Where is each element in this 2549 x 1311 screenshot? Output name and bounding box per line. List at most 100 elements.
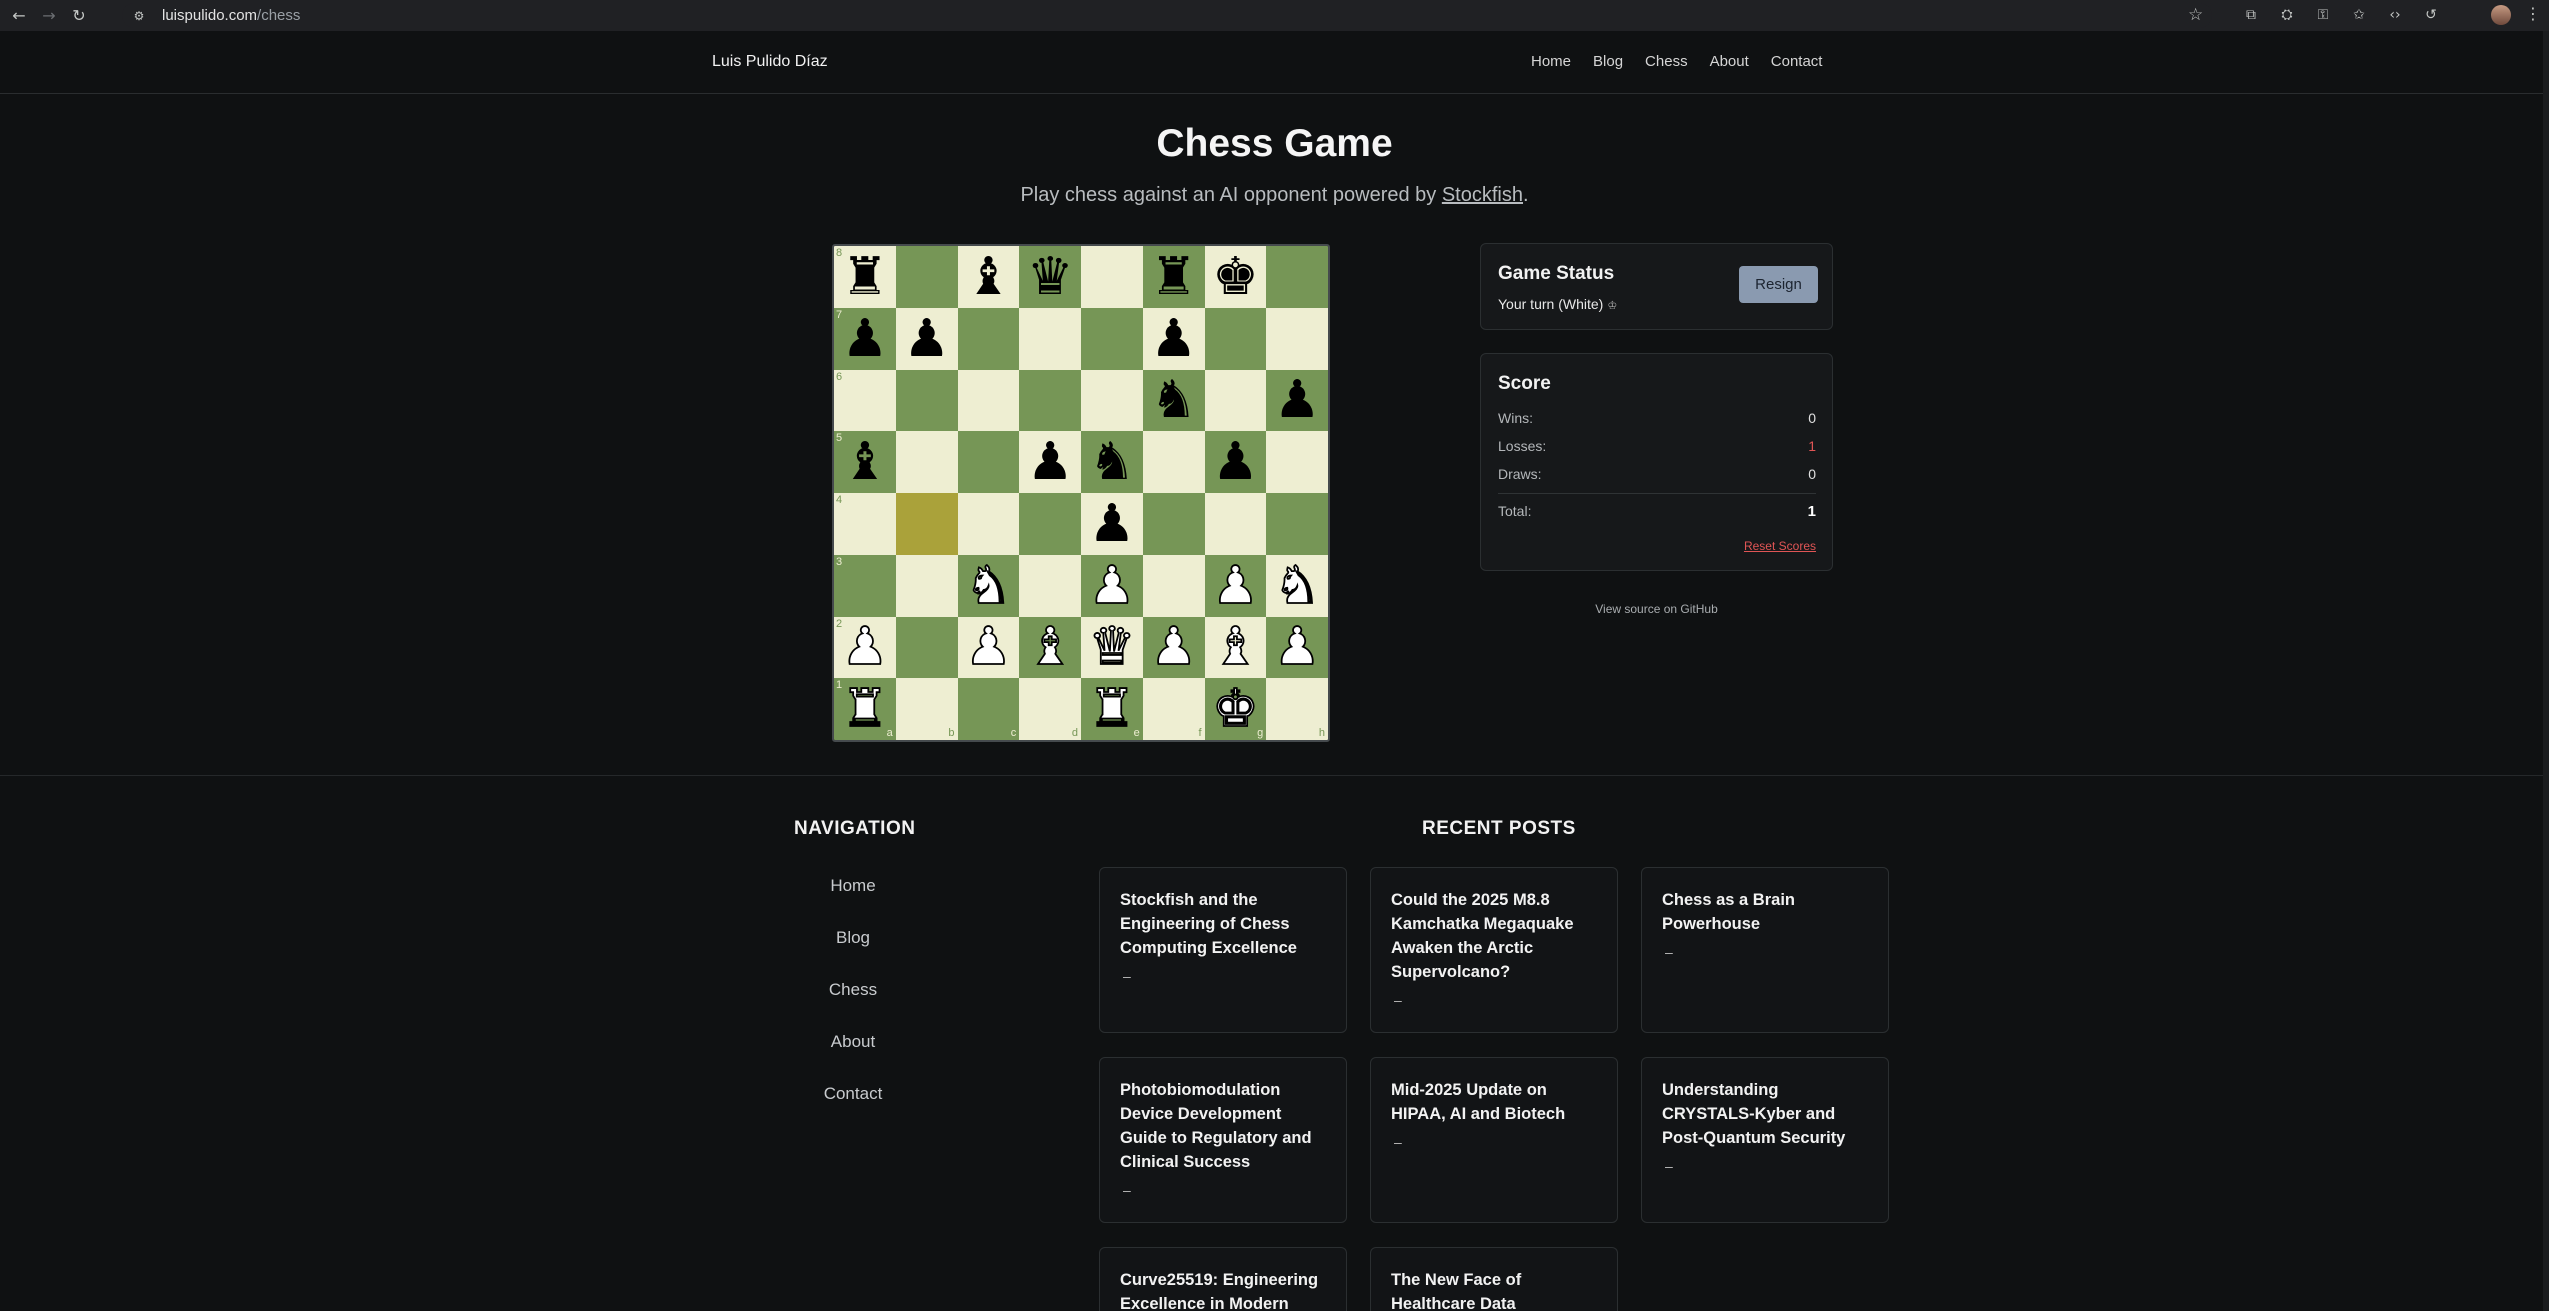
square-a7[interactable]: 7 ♟ (834, 307, 896, 370)
black-pawn-icon[interactable]: ♟ (1089, 498, 1136, 550)
forward-icon[interactable]: → (38, 5, 60, 27)
square-b7[interactable]: ♟ (895, 307, 958, 370)
square-g6[interactable] (1204, 369, 1267, 432)
stockfish-link[interactable]: Stockfish (1442, 184, 1523, 206)
white-pawn-icon[interactable]: ♟ (1149, 620, 1197, 674)
square-d1[interactable]: d (1019, 678, 1081, 740)
nav-chess[interactable]: Chess (1645, 53, 1688, 70)
square-e7[interactable] (1081, 307, 1143, 370)
square-g1[interactable]: g ♚ (1204, 678, 1267, 740)
resign-button[interactable]: Resign (1739, 266, 1818, 303)
square-f5[interactable] (1142, 431, 1205, 493)
white-pawn-icon[interactable]: ♟ (964, 620, 1012, 674)
square-c7[interactable] (957, 307, 1020, 370)
square-c1[interactable]: c (957, 678, 1020, 740)
github-source-link[interactable]: View source on GitHub (1480, 602, 1833, 616)
page-scrollbar[interactable] (2543, 31, 2549, 1311)
square-f7[interactable]: ♟ (1142, 307, 1205, 370)
square-d5[interactable]: ♟ (1019, 431, 1081, 493)
post-card[interactable]: Could the 2025 M8.8 Kamchatka Megaquake … (1370, 867, 1618, 1033)
square-e4[interactable]: ♟ (1081, 493, 1143, 555)
square-h5[interactable] (1266, 431, 1328, 493)
code-icon[interactable]: ‹› (2384, 4, 2406, 26)
square-g7[interactable] (1204, 307, 1267, 370)
square-d7[interactable] (1019, 307, 1081, 370)
post-title[interactable]: Curve25519: Engineering Excellence in Mo… (1120, 1268, 1330, 1311)
square-d8[interactable]: ♛ (1019, 246, 1081, 308)
square-c6[interactable] (957, 369, 1020, 432)
bookmark-star-icon[interactable]: ☆ (2188, 5, 2203, 25)
reload-icon[interactable]: ↻ (68, 5, 90, 27)
footer-nav-contact[interactable]: Contact (793, 1084, 913, 1104)
footer-nav-about[interactable]: About (793, 1032, 913, 1052)
black-rook-icon[interactable]: ♜ (842, 251, 889, 303)
square-h3[interactable]: ♞ (1266, 554, 1328, 617)
post-card[interactable]: Photobiomodulation Device Development Gu… (1099, 1057, 1347, 1223)
square-c2[interactable]: ♟ (957, 616, 1020, 679)
chess-board[interactable]: 8 ♜ ♝ ♛ ♜ ♚ 7 ♟ ♟ ♟ 6 ♞ ♟ 5 ♝ ♟ ♞ ♟ 4 ♟ 3 ♞ ♟ ♟ ♞ 2 ♟ ♟ ♝ ♛ ♟ ♝ ♟ 1 a ♜ b c d e… (832, 244, 1330, 742)
black-bishop-icon[interactable]: ♝ (965, 251, 1012, 303)
key-icon[interactable]: ⚿ (2312, 4, 2334, 26)
square-a3[interactable]: 3 (834, 554, 896, 617)
post-card[interactable]: Mid-2025 Update on HIPAA, AI and Biotech… (1370, 1057, 1618, 1223)
square-e5[interactable]: ♞ (1081, 431, 1143, 493)
post-card[interactable]: Understanding CRYSTALS-Kyber and Post-Qu… (1641, 1057, 1889, 1223)
square-a4[interactable]: 4 (834, 493, 896, 555)
square-f3[interactable] (1142, 554, 1205, 617)
square-f8[interactable]: ♜ (1142, 246, 1205, 308)
square-a5[interactable]: 5 ♝ (834, 431, 896, 493)
site-title[interactable]: Luis Pulido Díaz (712, 53, 828, 71)
black-pawn-icon[interactable]: ♟ (1027, 436, 1074, 488)
square-g3[interactable]: ♟ (1204, 554, 1267, 617)
square-d4[interactable] (1019, 493, 1081, 555)
square-h2[interactable]: ♟ (1266, 616, 1328, 679)
square-h4[interactable] (1266, 493, 1328, 555)
white-pawn-icon[interactable]: ♟ (841, 620, 889, 674)
square-b8[interactable] (895, 246, 958, 308)
square-g8[interactable]: ♚ (1204, 246, 1267, 308)
square-c5[interactable] (957, 431, 1020, 493)
square-f1[interactable]: f (1142, 678, 1205, 740)
square-f2[interactable]: ♟ (1142, 616, 1205, 679)
black-rook-icon[interactable]: ♜ (1150, 251, 1197, 303)
nav-blog[interactable]: Blog (1593, 53, 1623, 70)
white-pawn-icon[interactable]: ♟ (1211, 559, 1259, 613)
white-pawn-icon[interactable]: ♟ (1088, 559, 1136, 613)
black-pawn-icon[interactable]: ♟ (1212, 436, 1259, 488)
square-d3[interactable] (1019, 554, 1081, 617)
address-bar[interactable]: ⚙ luispulido.com/chess (122, 3, 2212, 28)
white-queen-icon[interactable]: ♛ (1088, 620, 1136, 674)
white-bishop-icon[interactable]: ♝ (1026, 620, 1074, 674)
post-title[interactable]: Understanding CRYSTALS-Kyber and Post-Qu… (1662, 1078, 1872, 1150)
square-c4[interactable] (957, 493, 1020, 555)
white-knight-icon[interactable]: ♞ (1273, 559, 1321, 613)
white-pawn-icon[interactable]: ♟ (1273, 620, 1321, 674)
square-b5[interactable] (895, 431, 958, 493)
reset-scores-link[interactable]: Reset Scores (1744, 539, 1816, 553)
square-e6[interactable] (1081, 369, 1143, 432)
square-e3[interactable]: ♟ (1081, 554, 1143, 617)
star-extension-icon[interactable]: ✩ (2348, 4, 2370, 26)
post-title[interactable]: Mid-2025 Update on HIPAA, AI and Biotech (1391, 1078, 1601, 1126)
black-pawn-icon[interactable]: ♟ (842, 313, 889, 365)
square-c3[interactable]: ♞ (957, 554, 1020, 617)
nav-about[interactable]: About (1710, 53, 1749, 70)
square-b4[interactable] (895, 493, 958, 555)
square-e1[interactable]: e ♜ (1081, 678, 1143, 740)
black-knight-icon[interactable]: ♞ (1150, 374, 1197, 426)
black-king-icon[interactable]: ♚ (1212, 251, 1259, 303)
square-g5[interactable]: ♟ (1204, 431, 1267, 493)
incognito-icon[interactable]: ⛭ (2276, 4, 2298, 26)
square-a1[interactable]: 1 a ♜ (834, 678, 896, 740)
square-a6[interactable]: 6 (834, 369, 896, 432)
black-queen-icon[interactable]: ♛ (1027, 251, 1074, 303)
square-e2[interactable]: ♛ (1081, 616, 1143, 679)
square-g2[interactable]: ♝ (1204, 616, 1267, 679)
back-icon[interactable]: ← (8, 5, 30, 27)
black-pawn-icon[interactable]: ♟ (1274, 374, 1321, 426)
browser-menu-icon[interactable]: ⋮ (2525, 4, 2541, 23)
square-e8[interactable] (1081, 246, 1143, 308)
square-h8[interactable] (1266, 246, 1328, 308)
square-a8[interactable]: 8 ♜ (834, 246, 896, 308)
post-card[interactable]: Stockfish and the Engineering of Chess C… (1099, 867, 1347, 1033)
